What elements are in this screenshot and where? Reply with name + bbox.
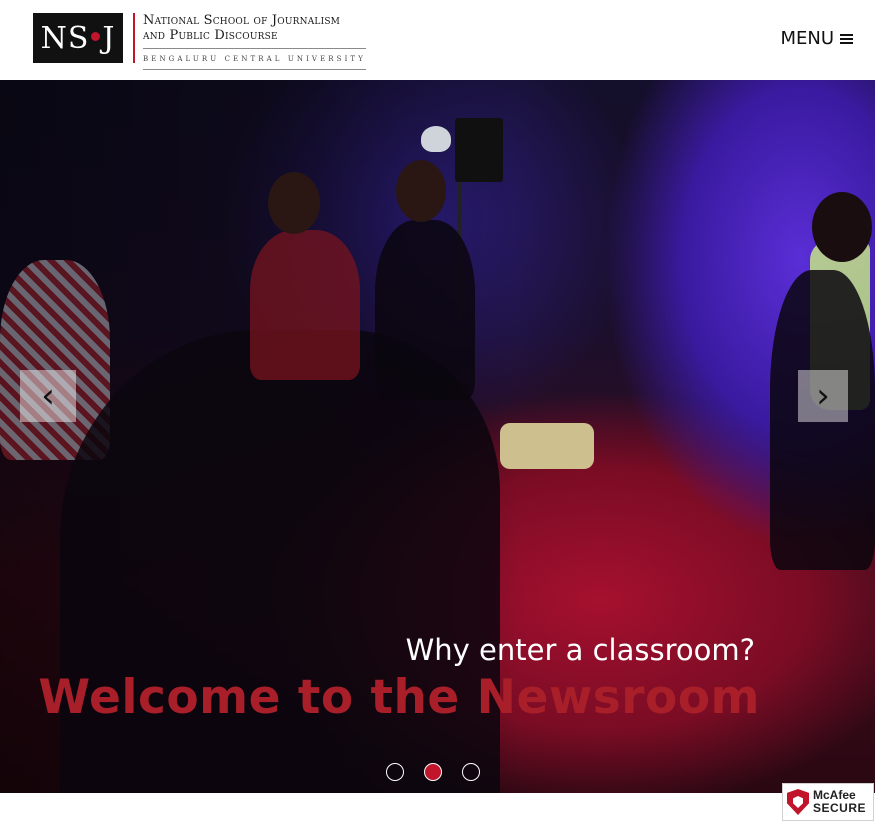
person-figure xyxy=(375,220,475,400)
carousel-indicator-3[interactable] xyxy=(462,763,480,781)
menu-button[interactable]: MENU xyxy=(780,28,853,49)
logo-subtitle: BENGALURU CENTRAL UNIVERSITY xyxy=(143,48,366,70)
cushion-image xyxy=(500,423,594,469)
carousel-indicator-1[interactable] xyxy=(386,763,404,781)
logo-title-line2: and Public Discourse xyxy=(143,28,278,43)
logo-dot xyxy=(91,31,101,41)
person-head xyxy=(268,172,320,234)
chevron-right-icon: › xyxy=(816,376,830,416)
logo-mark-j: J xyxy=(102,20,116,56)
hero-carousel: ‹ › Why enter a classroom? Welcome to th… xyxy=(0,80,875,793)
shield-icon xyxy=(787,789,809,815)
person-figure xyxy=(250,230,360,380)
menu-label: MENU xyxy=(780,28,834,49)
site-header: N SJ National School of Journalism and P… xyxy=(0,0,875,80)
carousel-prev-button[interactable]: ‹ xyxy=(20,370,76,422)
carousel-indicators xyxy=(386,763,480,781)
carousel-indicator-2[interactable] xyxy=(424,763,442,781)
studio-light-image xyxy=(421,118,503,182)
logo-mark-n: N xyxy=(40,20,68,56)
hero-caption-title: Welcome to the Newsroom xyxy=(38,670,760,725)
mcafee-secure-label: SECURE xyxy=(813,801,867,815)
logo-divider xyxy=(133,13,135,63)
person-head xyxy=(812,192,872,262)
logo-mark-s: S xyxy=(67,20,90,56)
logo-title-line1: National School of Journalism xyxy=(143,13,341,28)
person-head xyxy=(396,160,446,222)
logo-text: National School of Journalism and Public… xyxy=(143,13,366,70)
mcafee-text: McAfee SECURE xyxy=(813,789,866,815)
logo-mark: N SJ xyxy=(33,13,123,63)
chevron-left-icon: ‹ xyxy=(41,376,55,416)
page: N SJ National School of Journalism and P… xyxy=(0,0,875,821)
carousel-next-button[interactable]: › xyxy=(798,370,848,422)
site-logo[interactable]: N SJ National School of Journalism and P… xyxy=(33,13,366,70)
hero-caption-subtitle: Why enter a classroom? xyxy=(405,633,755,667)
mcafee-secure-badge[interactable]: McAfee SECURE xyxy=(782,783,874,821)
hamburger-icon xyxy=(840,34,853,44)
